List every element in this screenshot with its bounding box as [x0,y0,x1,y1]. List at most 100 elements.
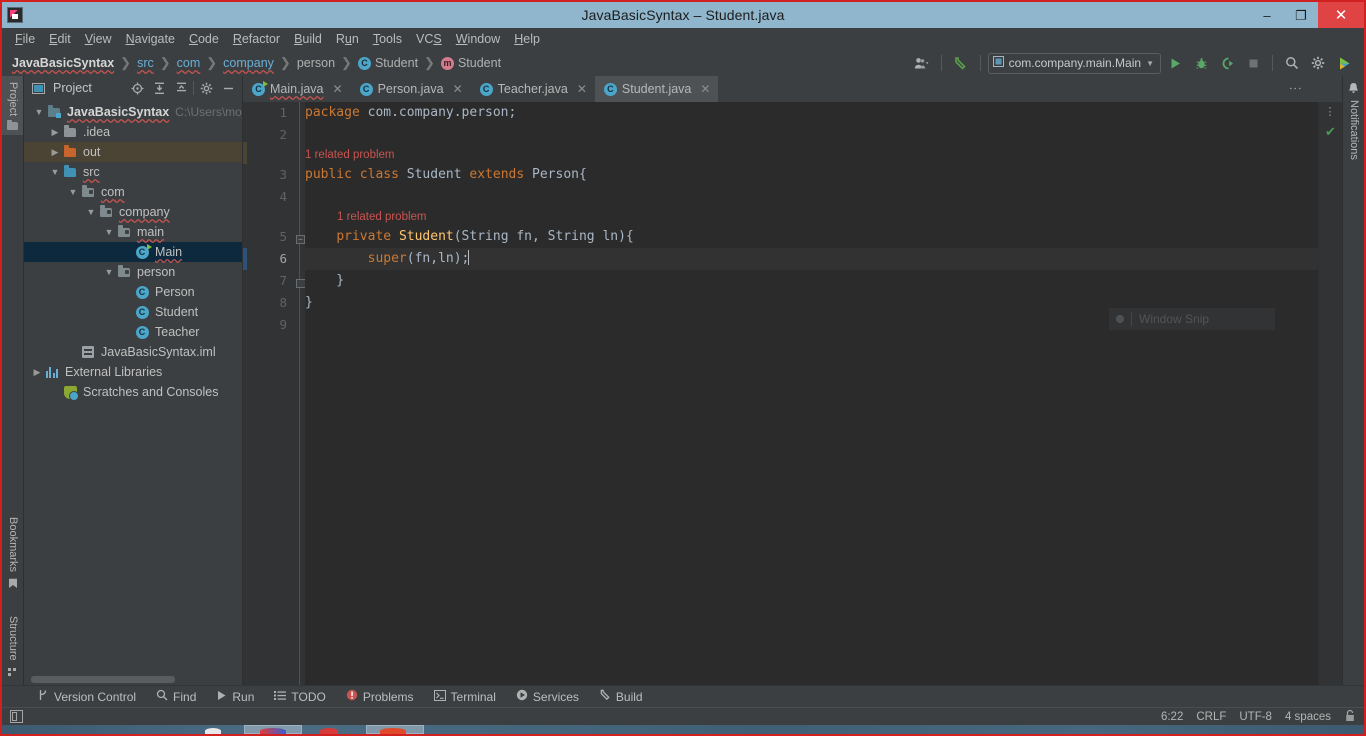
menu-build[interactable]: Build [287,30,329,48]
chevron-right-icon[interactable]: ▶ [48,127,62,138]
chevron-right-icon[interactable]: ▶ [48,147,62,158]
tree-item-scratches-and-consoles[interactable]: ▶ Scratches and Consoles [24,382,242,402]
inspection-hint-line-3[interactable]: 1 related problem [305,146,1318,164]
tree-item-person-class[interactable]: ▶ C Person [24,282,242,302]
menu-help[interactable]: Help [507,30,547,48]
sidebar-tab-structure[interactable]: Structure [2,610,24,677]
checkmark-ok-icon[interactable]: ✔ [1319,118,1342,140]
gear-icon[interactable] [1306,52,1330,74]
menu-navigate[interactable]: Navigate [119,30,182,48]
sidebar-tab-notifications[interactable]: Notifications [1343,94,1365,166]
window-close-button[interactable]: ✕ [1318,2,1364,28]
file-encoding[interactable]: UTF-8 [1239,711,1272,723]
ide-notification-icon[interactable] [1332,52,1356,74]
breadcrumb-person[interactable]: person [295,55,337,71]
tree-item-external-libraries[interactable]: ▶ External Libraries [24,362,242,382]
read-only-lock-icon[interactable] [1344,709,1356,725]
locate-target-icon[interactable] [127,78,147,98]
run-play-icon[interactable] [1163,52,1187,74]
toggle-tool-windows-icon[interactable] [10,710,23,723]
chevron-down-icon[interactable]: ▼ [48,167,62,177]
window-maximize-button[interactable]: ❐ [1284,2,1318,28]
close-icon[interactable]: ✕ [453,82,463,96]
taskbar-app-icon[interactable] [205,728,221,734]
minimize-icon[interactable] [218,78,238,98]
inspection-hint-line-5[interactable]: 1 related problem [305,208,1318,226]
project-tree[interactable]: ▼ JavaBasicSyntax C:\Users\moji\I ▶ .ide… [24,100,242,673]
user-account-icon[interactable] [910,52,934,74]
close-icon[interactable]: ✕ [333,82,343,96]
tool-button-find[interactable]: Find [146,687,206,706]
debug-bug-icon[interactable] [1189,52,1213,74]
menu-window[interactable]: Window [449,30,507,48]
menu-file[interactable]: File [8,30,42,48]
project-folder-icon[interactable] [2,119,23,135]
close-icon[interactable]: ✕ [577,82,587,96]
taskbar-app-icon[interactable] [320,728,338,734]
code-editor[interactable]: 1 2 3 4 5 6 7 8 9 − package com.company.… [243,102,1318,685]
tool-button-todo[interactable]: TODO [264,688,335,706]
tree-item-javabasicsyntax[interactable]: ▼ JavaBasicSyntax C:\Users\moji\I [24,102,242,122]
line-separator[interactable]: CRLF [1196,711,1226,723]
breadcrumb-method-student[interactable]: m Student [439,55,503,71]
close-icon[interactable]: ✕ [700,82,710,96]
tree-item-main-class[interactable]: ▶ C Main [24,242,242,262]
fold-region-end-icon[interactable] [296,279,305,288]
chevron-down-icon[interactable]: ▼ [102,267,116,277]
tool-button-version-control[interactable]: Version Control [28,687,146,706]
menu-edit[interactable]: Edit [42,30,78,48]
chevron-down-icon[interactable]: ▼ [1146,59,1154,68]
run-with-coverage-icon[interactable] [1215,52,1239,74]
tree-item-iml-file[interactable]: ▶ JavaBasicSyntax.iml [24,342,242,362]
tree-item-teacher-class[interactable]: ▶ C Teacher [24,322,242,342]
editor-tab-student-java[interactable]: C Student.java ✕ [594,76,719,102]
fold-collapse-icon[interactable]: − [296,235,305,244]
tool-button-run[interactable]: Run [206,688,264,706]
indent-setting[interactable]: 4 spaces [1285,711,1331,723]
menu-view[interactable]: View [78,30,119,48]
more-vertical-icon[interactable]: ⋮ [1288,82,1303,96]
menu-vcs[interactable]: VCS [409,30,449,48]
tree-item-idea[interactable]: ▶ .idea [24,122,242,142]
editor-gutter[interactable]: 1 2 3 4 5 6 7 8 9 [243,102,295,685]
editor-tab-main-java[interactable]: C Main.java ✕ [243,76,351,102]
expand-all-icon[interactable] [149,78,169,98]
chevron-down-icon[interactable]: ▼ [102,227,116,237]
chevron-down-icon[interactable]: ▼ [32,107,46,117]
hammer-build-icon[interactable] [949,52,973,74]
editor-text-area[interactable]: package com.company.person; 1 related pr… [305,102,1318,685]
tool-button-services[interactable]: Services [506,687,589,706]
tool-button-terminal[interactable]: Terminal [424,688,506,706]
editor-fold-strip[interactable]: − [295,102,305,685]
editor-tab-person-java[interactable]: C Person.java ✕ [351,76,471,102]
project-tree-horizontal-scrollbar[interactable] [24,673,242,685]
menu-tools[interactable]: Tools [366,30,409,48]
tool-button-build[interactable]: Build [589,687,653,706]
chevron-right-icon[interactable]: ▶ [30,367,44,378]
window-minimize-button[interactable]: – [1250,2,1284,28]
breadcrumb-class-student[interactable]: C Student [356,55,420,71]
chevron-down-icon[interactable]: ▼ [84,207,98,217]
tree-item-company[interactable]: ▼ company [24,202,242,222]
taskbar-app-icon[interactable] [380,728,406,734]
taskbar-app-icon[interactable] [260,728,286,734]
breadcrumb-project[interactable]: JavaBasicSyntax [10,55,116,71]
tree-item-com[interactable]: ▼ com [24,182,242,202]
tree-item-src[interactable]: ▼ src [24,162,242,182]
caret-position[interactable]: 6:22 [1161,711,1183,723]
tree-item-person-package[interactable]: ▼ person [24,262,242,282]
menu-refactor[interactable]: Refactor [226,30,287,48]
tree-item-student-class[interactable]: ▶ C Student [24,302,242,322]
breadcrumb-company[interactable]: company [221,55,276,71]
stop-icon[interactable] [1241,52,1265,74]
collapse-all-icon[interactable] [171,78,191,98]
scrollbar-thumb[interactable] [31,676,175,683]
window-title-bar[interactable]: JavaBasicSyntax – Student.java – ❐ ✕ [2,2,1364,28]
menu-run[interactable]: Run [329,30,366,48]
editor-tab-teacher-java[interactable]: C Teacher.java ✕ [471,76,595,102]
window-snip-overlay[interactable]: Window Snip [1109,308,1275,330]
search-everywhere-icon[interactable] [1280,52,1304,74]
inspection-results-gutter[interactable]: ⋮ ✔ [1318,102,1342,685]
tool-button-problems[interactable]: Problems [336,687,424,706]
menu-code[interactable]: Code [182,30,226,48]
